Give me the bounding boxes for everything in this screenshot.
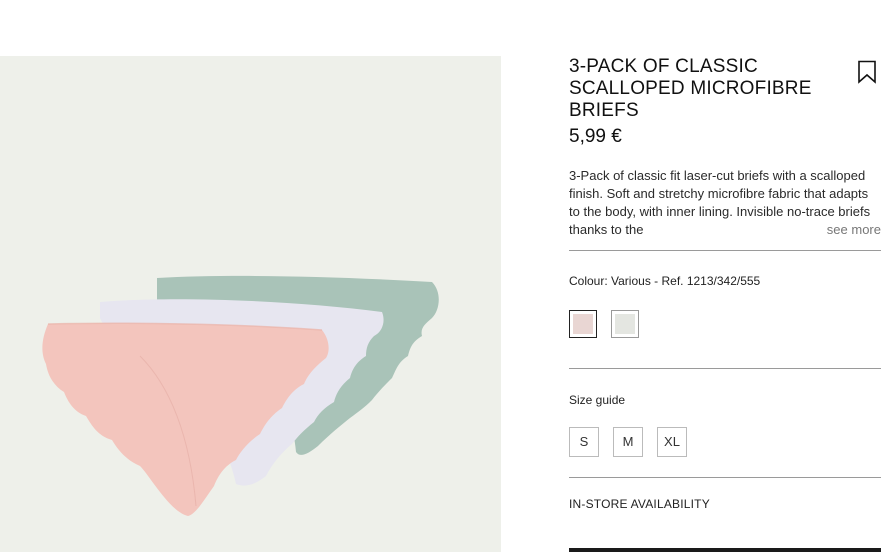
add-to-bag-button[interactable] — [569, 548, 881, 552]
size-guide-link[interactable]: Size guide — [569, 393, 881, 407]
divider — [569, 368, 881, 369]
divider — [569, 250, 881, 251]
see-more-link[interactable]: see more — [786, 221, 881, 239]
briefs-illustration — [42, 275, 439, 516]
in-store-availability-link[interactable]: IN-STORE AVAILABILITY — [569, 497, 881, 511]
swatch-light-grey-fill — [615, 314, 635, 334]
product-price: 5,99 € — [569, 126, 622, 147]
product-image[interactable] — [0, 56, 501, 552]
product-info: 3-PACK OF CLASSIC SCALLOPED MICROFIBRE B… — [569, 56, 881, 511]
size-m-button[interactable]: M — [613, 427, 643, 457]
size-xl-button[interactable]: XL — [657, 427, 687, 457]
product-description: 3-Pack of classic fit laser-cut briefs w… — [569, 167, 881, 239]
swatch-light-grey[interactable] — [611, 310, 639, 338]
size-selector: S M XL — [569, 427, 881, 457]
swatch-pink-fill — [573, 314, 593, 334]
product-title: 3-PACK OF CLASSIC SCALLOPED MICROFIBRE B… — [569, 56, 812, 121]
product-page: 3-PACK OF CLASSIC SCALLOPED MICROFIBRE B… — [0, 0, 895, 552]
colour-swatches — [569, 310, 881, 340]
swatch-pink[interactable] — [569, 310, 597, 338]
colour-reference: Colour: Various - Ref. 1213/342/555 — [569, 274, 761, 288]
size-s-button[interactable]: S — [569, 427, 599, 457]
bookmark-icon[interactable] — [857, 60, 877, 84]
divider — [569, 477, 881, 478]
